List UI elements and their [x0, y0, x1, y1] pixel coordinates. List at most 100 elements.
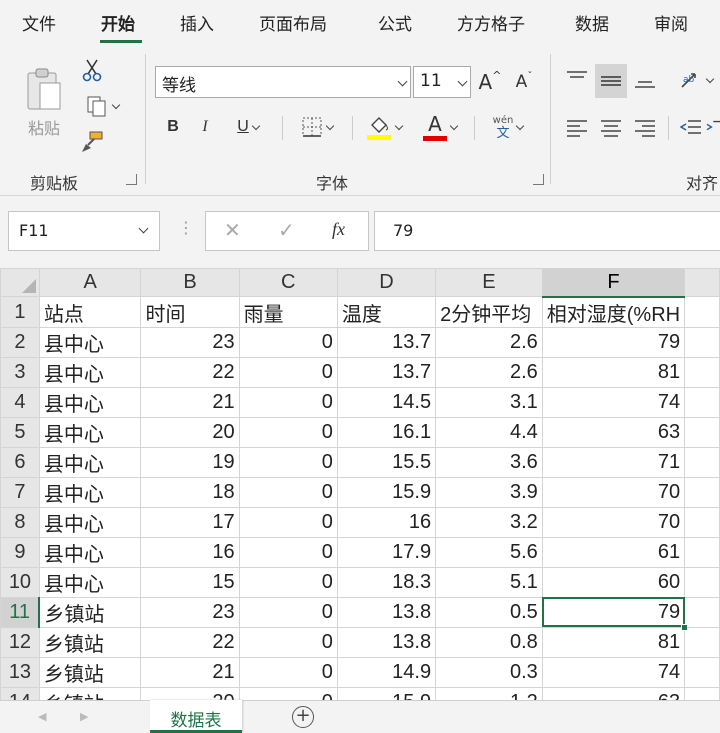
- cell[interactable]: 19: [140, 446, 240, 478]
- cell[interactable]: 60: [541, 566, 686, 598]
- row-header[interactable]: 13: [0, 656, 40, 688]
- row-header[interactable]: 2: [0, 326, 40, 358]
- cell[interactable]: 71: [541, 446, 686, 478]
- align-bottom-button[interactable]: [630, 64, 660, 96]
- cell[interactable]: 3.6: [435, 446, 543, 478]
- cell[interactable]: 县中心: [38, 416, 142, 448]
- cell[interactable]: 0: [238, 656, 338, 688]
- cell[interactable]: 0.5: [435, 596, 543, 628]
- cell[interactable]: 县中心: [38, 446, 142, 478]
- cell[interactable]: 17: [140, 506, 240, 538]
- tab-review[interactable]: 审阅: [654, 10, 688, 35]
- header-cell[interactable]: 温度: [336, 296, 437, 328]
- row-header[interactable]: 5: [0, 416, 40, 448]
- sheet-tab-active[interactable]: 数据表: [150, 700, 242, 733]
- decrease-indent-button[interactable]: [676, 112, 706, 142]
- cell[interactable]: 4.4: [435, 416, 543, 448]
- active-cell[interactable]: 79: [541, 596, 689, 631]
- cell[interactable]: 3.2: [435, 506, 543, 538]
- cell[interactable]: 61: [541, 536, 686, 568]
- select-all-corner[interactable]: [0, 268, 40, 298]
- align-top-button[interactable]: [562, 64, 592, 96]
- row-header[interactable]: 7: [0, 476, 40, 508]
- cell[interactable]: 15.5: [336, 446, 437, 478]
- row-header[interactable]: 1: [0, 296, 40, 328]
- cell[interactable]: 县中心: [38, 566, 142, 598]
- tab-fangfanggezi[interactable]: 方方格子: [457, 10, 525, 35]
- cell[interactable]: [684, 476, 720, 508]
- tab-data[interactable]: 数据: [575, 10, 609, 35]
- cell[interactable]: 县中心: [38, 356, 142, 388]
- column-header-e[interactable]: E: [435, 268, 543, 298]
- cell[interactable]: 乡镇站: [38, 596, 142, 628]
- column-header-f[interactable]: F: [541, 268, 686, 298]
- cut-button[interactable]: [78, 56, 106, 84]
- cell[interactable]: 0: [238, 386, 338, 418]
- cell[interactable]: 15.9: [336, 686, 437, 700]
- clipboard-launcher-icon[interactable]: [126, 174, 137, 185]
- bold-button[interactable]: B: [160, 112, 186, 142]
- cell[interactable]: 20: [140, 686, 240, 700]
- row-header[interactable]: 4: [0, 386, 40, 418]
- tab-formulas[interactable]: 公式: [378, 10, 412, 35]
- cell[interactable]: [684, 386, 720, 418]
- phonetic-button[interactable]: wén 文: [484, 110, 532, 144]
- cell[interactable]: 21: [140, 386, 240, 418]
- cell[interactable]: 23: [140, 596, 240, 628]
- scroll-left-icon[interactable]: ◀: [38, 710, 46, 723]
- align-middle-button[interactable]: [595, 64, 627, 98]
- cell[interactable]: 22: [140, 356, 240, 388]
- column-header-c[interactable]: C: [238, 268, 338, 298]
- format-painter-button[interactable]: [78, 128, 106, 156]
- increase-indent-button[interactable]: [706, 112, 720, 142]
- cell[interactable]: 63: [541, 416, 686, 448]
- cell[interactable]: 16.1: [336, 416, 437, 448]
- cell[interactable]: [684, 506, 720, 538]
- cell[interactable]: 81: [541, 356, 686, 388]
- font-color-button[interactable]: A: [416, 110, 464, 144]
- fill-color-button[interactable]: [360, 110, 408, 144]
- cell[interactable]: 3.1: [435, 386, 543, 418]
- row-header[interactable]: 12: [0, 626, 40, 658]
- align-right-button[interactable]: [630, 112, 660, 142]
- cell[interactable]: 0: [238, 596, 338, 628]
- header-cell[interactable]: 2分钟平均: [435, 296, 543, 328]
- cell[interactable]: 乡镇站: [38, 686, 142, 700]
- cell[interactable]: 18.3: [336, 566, 437, 598]
- header-cell[interactable]: 时间: [140, 296, 240, 328]
- paste-button[interactable]: 粘贴: [20, 58, 68, 148]
- cell[interactable]: 0: [238, 686, 338, 700]
- cell[interactable]: 县中心: [38, 476, 142, 508]
- cell[interactable]: 1.2: [435, 686, 543, 700]
- cell[interactable]: 5.6: [435, 536, 543, 568]
- cell[interactable]: 74: [541, 656, 686, 688]
- cell[interactable]: 13.8: [336, 596, 437, 628]
- column-header-b[interactable]: B: [140, 268, 240, 298]
- cell[interactable]: 17.9: [336, 536, 437, 568]
- borders-button[interactable]: [292, 112, 342, 142]
- shrink-font-button[interactable]: Aˇ: [510, 66, 538, 98]
- cell[interactable]: 70: [541, 476, 686, 508]
- italic-button[interactable]: I: [192, 112, 218, 142]
- formula-input[interactable]: 79: [374, 211, 720, 251]
- cell[interactable]: 0.8: [435, 626, 543, 658]
- cell[interactable]: 74: [541, 386, 686, 418]
- cell[interactable]: 81: [541, 626, 686, 658]
- underline-button[interactable]: U: [224, 112, 272, 142]
- row-header[interactable]: 6: [0, 446, 40, 478]
- cell[interactable]: [684, 596, 720, 628]
- column-header-g[interactable]: [684, 268, 720, 298]
- row-header[interactable]: 14: [0, 686, 40, 700]
- grow-font-button[interactable]: A ^: [476, 66, 504, 98]
- header-cell[interactable]: 雨量: [238, 296, 338, 328]
- row-header[interactable]: 11: [0, 596, 41, 628]
- cell[interactable]: 0: [238, 416, 338, 448]
- fill-handle[interactable]: [681, 623, 689, 631]
- cell[interactable]: [684, 626, 720, 658]
- cell[interactable]: 县中心: [38, 386, 142, 418]
- drag-handle-icon[interactable]: ⋮: [178, 218, 194, 237]
- cell[interactable]: 0: [238, 566, 338, 598]
- align-left-button[interactable]: [562, 112, 592, 142]
- header-cell[interactable]: 站点: [38, 296, 142, 328]
- cell[interactable]: 0: [238, 356, 338, 388]
